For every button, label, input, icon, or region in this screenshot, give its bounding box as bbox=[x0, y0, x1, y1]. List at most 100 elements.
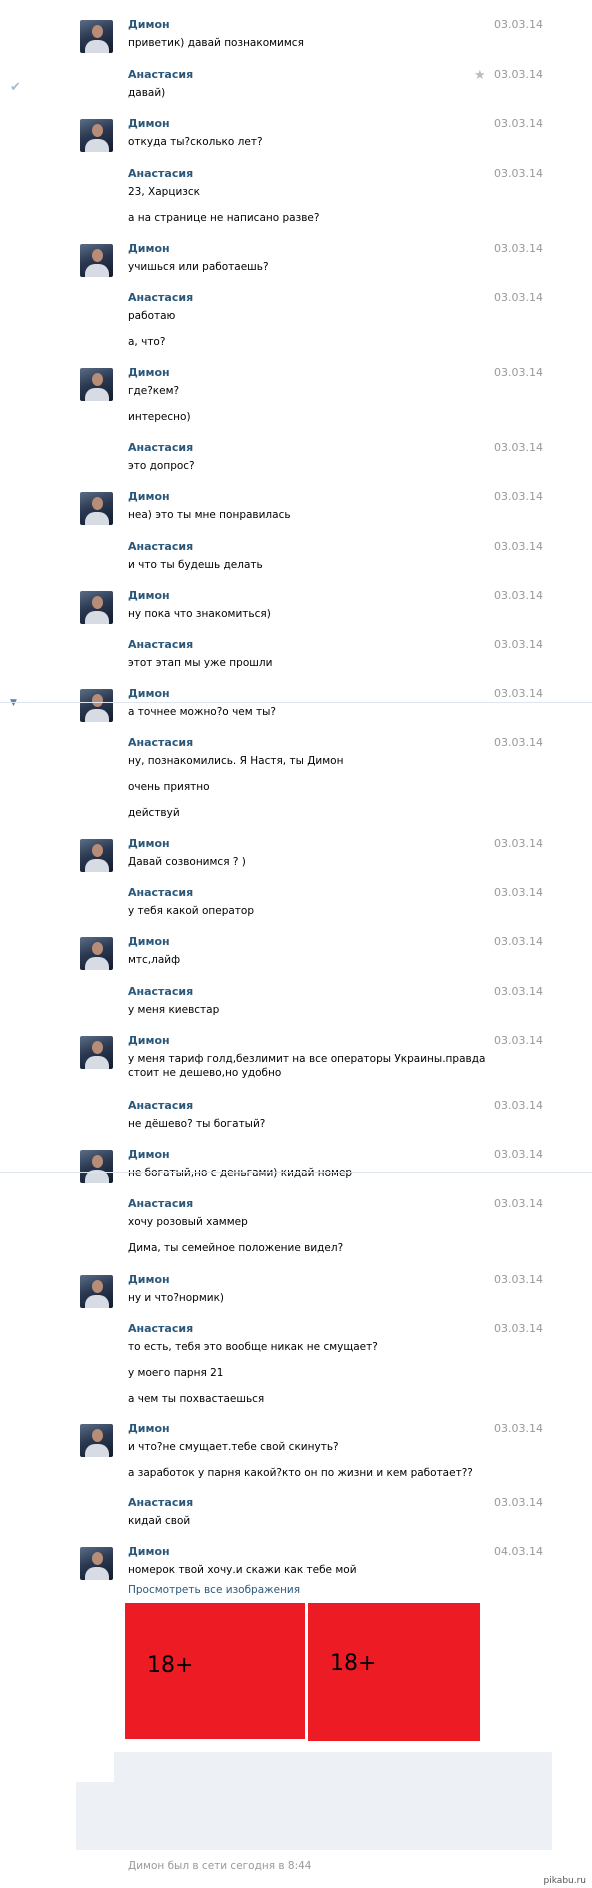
message-author[interactable]: Димон bbox=[128, 18, 170, 31]
avatar[interactable] bbox=[80, 937, 113, 970]
message-author[interactable]: Димон bbox=[128, 837, 170, 850]
avatar[interactable] bbox=[80, 1547, 113, 1580]
message-text: ну и что?нормик) bbox=[128, 1292, 225, 1304]
message-author[interactable]: Димон bbox=[128, 117, 170, 130]
view-all-images-link[interactable]: Просмотреть все изображения bbox=[128, 1584, 300, 1596]
message-text: ну пока что знакомиться) bbox=[128, 608, 271, 620]
message-date[interactable]: 03.03.14 bbox=[494, 167, 543, 180]
message-author[interactable]: Анастасия bbox=[128, 985, 193, 998]
message-text: 23, Харцизск bbox=[128, 186, 200, 198]
message-author[interactable]: Димон bbox=[128, 687, 170, 700]
message-date[interactable]: 03.03.14 bbox=[494, 935, 543, 948]
message-date[interactable]: 03.03.14 bbox=[494, 490, 543, 503]
avatar[interactable] bbox=[80, 492, 113, 525]
message-text: то есть, тебя это вообще никак не смущае… bbox=[128, 1341, 378, 1353]
message-text: стоит не дешево,но удобно bbox=[128, 1067, 282, 1079]
message-author[interactable]: Димон bbox=[128, 1034, 170, 1047]
message-date[interactable]: 03.03.14 bbox=[494, 1422, 543, 1435]
message-author[interactable]: Анастасия bbox=[128, 638, 193, 651]
message-text: действуй bbox=[128, 807, 180, 819]
message-author[interactable]: Анастасия bbox=[128, 68, 193, 81]
highlight-line bbox=[0, 1172, 592, 1173]
attached-image-2[interactable]: 18+ bbox=[308, 1603, 480, 1741]
message-date[interactable]: 03.03.14 bbox=[494, 1148, 543, 1161]
message-text: хочу розовый хаммер bbox=[128, 1216, 248, 1228]
message-author[interactable]: Димон bbox=[128, 490, 170, 503]
message-date[interactable]: 03.03.14 bbox=[494, 985, 543, 998]
message-date[interactable]: 03.03.14 bbox=[494, 1273, 543, 1286]
check-icon[interactable]: ✔ bbox=[10, 80, 21, 95]
message-date[interactable]: 03.03.14 bbox=[494, 589, 543, 602]
message-text: а точнее можно?о чем ты? bbox=[128, 706, 276, 718]
message-author[interactable]: Димон bbox=[128, 1545, 170, 1558]
message-date[interactable]: 04.03.14 bbox=[494, 1545, 543, 1558]
message-author[interactable]: Анастасия bbox=[128, 291, 193, 304]
message-date[interactable]: 03.03.14 bbox=[494, 366, 543, 379]
avatar[interactable] bbox=[80, 1275, 113, 1308]
message-text: неа) это ты мне понравилась bbox=[128, 509, 291, 521]
message-date[interactable]: 03.03.14 bbox=[494, 18, 543, 31]
attached-image-1[interactable]: 18+ bbox=[125, 1603, 305, 1739]
message-date[interactable]: 03.03.14 bbox=[494, 736, 543, 749]
highlight-line bbox=[0, 702, 592, 703]
avatar[interactable] bbox=[80, 1150, 113, 1183]
message-date[interactable]: 03.03.14 bbox=[494, 638, 543, 651]
message-author[interactable]: Димон bbox=[128, 1273, 170, 1286]
message-date[interactable]: 03.03.14 bbox=[494, 837, 543, 850]
message-text: откуда ты?сколько лет? bbox=[128, 136, 263, 148]
message-date[interactable]: 03.03.14 bbox=[494, 886, 543, 899]
message-date[interactable]: 03.03.14 bbox=[494, 1197, 543, 1210]
avatar[interactable] bbox=[80, 1036, 113, 1069]
message-date[interactable]: 03.03.14 bbox=[494, 291, 543, 304]
message-author[interactable]: Димон bbox=[128, 1422, 170, 1435]
message-date[interactable]: 03.03.14 bbox=[494, 1034, 543, 1047]
message-author[interactable]: Димон bbox=[128, 935, 170, 948]
message-date[interactable]: 03.03.14 bbox=[494, 1322, 543, 1335]
message-date[interactable]: 03.03.14 bbox=[494, 1496, 543, 1509]
message-author[interactable]: Анастасия bbox=[128, 167, 193, 180]
message-text: у моего парня 21 bbox=[128, 1367, 224, 1379]
message-author[interactable]: Анастасия bbox=[128, 1322, 193, 1335]
message-author[interactable]: Анастасия bbox=[128, 886, 193, 899]
avatar[interactable] bbox=[80, 839, 113, 872]
message-author[interactable]: Димон bbox=[128, 366, 170, 379]
message-text: Давай созвонимся ? ) bbox=[128, 856, 246, 868]
message-date[interactable]: 03.03.14 bbox=[494, 117, 543, 130]
avatar[interactable] bbox=[80, 20, 113, 53]
message-date[interactable]: 03.03.14 bbox=[494, 68, 543, 81]
message-text: а, что? bbox=[128, 336, 166, 348]
message-author[interactable]: Анастасия bbox=[128, 1099, 193, 1112]
message-text: давай) bbox=[128, 87, 166, 99]
message-date[interactable]: 03.03.14 bbox=[494, 540, 543, 553]
star-icon[interactable]: ★ bbox=[474, 68, 486, 83]
avatar[interactable] bbox=[80, 689, 113, 722]
message-date[interactable]: 03.03.14 bbox=[494, 1099, 543, 1112]
message-author[interactable]: Анастасия bbox=[128, 736, 193, 749]
message-author[interactable]: Димон bbox=[128, 242, 170, 255]
message-date[interactable]: 03.03.14 bbox=[494, 242, 543, 255]
image-label-1: 18+ bbox=[147, 1653, 194, 1678]
message-text: номерок твой хочу.и скажи как тебе мой bbox=[128, 1564, 357, 1576]
message-author[interactable]: Димон bbox=[128, 589, 170, 602]
message-text: а заработок у парня какой?кто он по жизн… bbox=[128, 1467, 473, 1479]
message-author[interactable]: Димон bbox=[128, 1148, 170, 1161]
avatar[interactable] bbox=[80, 119, 113, 152]
watermark: pikabu.ru bbox=[543, 1876, 586, 1886]
avatar[interactable] bbox=[80, 1424, 113, 1457]
message-author[interactable]: Анастасия bbox=[128, 1197, 193, 1210]
message-text: не дёшево? ты богатый? bbox=[128, 1118, 266, 1130]
chevron-down-icon[interactable]: ▼ bbox=[10, 698, 17, 708]
avatar[interactable] bbox=[80, 244, 113, 277]
message-date[interactable]: 03.03.14 bbox=[494, 687, 543, 700]
message-author[interactable]: Анастасия bbox=[128, 540, 193, 553]
message-text: у меня тариф голд,безлимит на все операт… bbox=[128, 1053, 486, 1065]
avatar[interactable] bbox=[80, 368, 113, 401]
message-text: учишься или работаешь? bbox=[128, 261, 269, 273]
avatar[interactable] bbox=[80, 591, 113, 624]
message-author[interactable]: Анастасия bbox=[128, 441, 193, 454]
message-text: приветик) давай познакомимся bbox=[128, 37, 304, 49]
message-text: Дима, ты семейное положение видел? bbox=[128, 1242, 344, 1254]
message-text: интересно) bbox=[128, 411, 191, 423]
message-date[interactable]: 03.03.14 bbox=[494, 441, 543, 454]
message-author[interactable]: Анастасия bbox=[128, 1496, 193, 1509]
